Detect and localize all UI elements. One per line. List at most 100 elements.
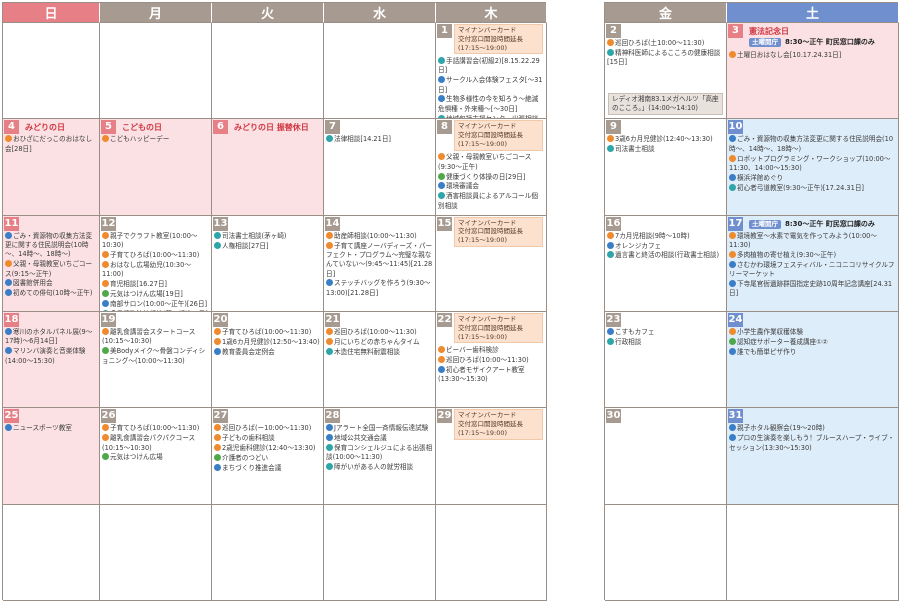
event-item[interactable]: 元気はつけん広場 — [102, 453, 209, 462]
day-cell[interactable]: 7 法律相談[14.21日] — [324, 119, 436, 216]
event-item[interactable]: 木造住宅無料耐震相談 — [326, 347, 433, 357]
event-item[interactable]: 手話講習会(初級2)[8.15.22.29日] — [438, 57, 544, 76]
event-item[interactable]: 南部サロン(10:00～正午)[26日] — [102, 299, 209, 309]
event-item[interactable]: 初心者弓道教室(9:30～正午)[17.24.31日] — [729, 183, 896, 193]
event-item[interactable]: 離乳食講習会パクパクコース(10:15～10:30) — [102, 434, 209, 453]
event-item[interactable]: 1歳6カ月児健診(12:50～13:40) — [214, 337, 321, 347]
event-item[interactable]: 環境審議会 — [438, 182, 544, 191]
day-cell[interactable]: 14 助産師相談(10:00～11:30) 子育て講座ノーバディーズ・パーフェクト・… — [324, 215, 436, 312]
event-item[interactable]: Jアラート全国一斉情報伝達試験 — [326, 424, 433, 433]
event-item[interactable]: おひざにだっこのおはなし会[28日] — [5, 135, 97, 154]
event-item[interactable]: 初心者モザイクアート教室(13:30～15:30) — [438, 365, 544, 385]
day-cell[interactable]: 15 マイナンバーカード 交付窓口開設時間延長 (17:15～19:00) — [436, 215, 547, 312]
event-item[interactable]: 元気はつけん広場[19日] — [102, 289, 209, 299]
event-item[interactable]: 教育委員会定例会 — [214, 347, 321, 357]
event-item[interactable]: 環境教室～水素で電気を作ってみよう(10:00～11:30) — [729, 231, 896, 251]
event-item[interactable]: 離乳食講習会スタートコース(10:15～10:30) — [102, 327, 209, 347]
event-item[interactable]: 親子でクラフト教室(10:00～10:30) — [102, 231, 209, 251]
event-item[interactable]: 親子ホタル観察会(19～20時) — [729, 424, 896, 433]
event-item[interactable]: マリンバ演奏と音楽体験(14:00～15:30) — [5, 347, 97, 366]
event-item[interactable]: 子育て講座ノーバディーズ・パーフェクト・プログラム～完璧な親なんていない～(9:… — [326, 241, 433, 279]
day-cell[interactable]: 13 司法書士相談(茅ヶ崎) 人権相談[27日] — [212, 215, 324, 312]
event-item[interactable]: 司法書士相談 — [607, 145, 724, 154]
event-item[interactable]: ビーバー歯科検診 — [438, 345, 544, 355]
day-cell[interactable]: 20 子育てひろば(10:00～11:30) 1歳6カ月児健診(12:50～13:4… — [212, 311, 324, 409]
day-cell[interactable]: 21 巡回ひろば(10:00～11:30) 月にいちどの赤ちゃんタイム 木造住宅無料耐… — [324, 311, 436, 409]
event-item[interactable]: 人権相談[27日] — [214, 241, 321, 251]
day-cell[interactable]: 11 ごみ・資源物の収集方法変更に関する住民説明会(10時～、14時～、18時～)… — [3, 215, 100, 312]
event-item[interactable]: 健康づくり体操の日[29日] — [438, 172, 544, 182]
day-cell[interactable]: 12 親子でクラフト教室(10:00～10:30) 子育てひろば(10:00～11:… — [100, 215, 212, 312]
event-item[interactable]: ごみ・資源物の収集方法変更に関する住民説明会(10時～、14時～、18時～) — [5, 231, 97, 260]
event-item[interactable]: 下寺尾官衙遺跡群国指定史跡10周年記念講座[24.31日] — [729, 279, 896, 299]
event-item[interactable]: 助産師相談(10:00～11:30) — [326, 231, 433, 241]
event-item[interactable]: 3歳6カ月児健診(12:40～13:30) — [607, 135, 724, 144]
event-item[interactable]: オレンジカフェ — [607, 241, 724, 251]
event-item[interactable]: 子育てひろば(10:00～11:30) — [102, 424, 209, 433]
event-item[interactable]: 多肉植物の寄せ植え(9:30～正午) — [729, 250, 896, 260]
event-item[interactable]: ごみ・資源物の収集方法変更に関する住民説明会(10時～、14時～、18時～) — [729, 135, 896, 154]
day-cell[interactable]: 3 憲法記念日 土曜開庁 8:30～正午 町民窓口課のみ 土曜日おはなし会[10.17.… — [727, 23, 899, 120]
day-cell[interactable]: 28 Jアラート全国一斉情報伝達試験 地域公共交通会議 保育コンシェルジュによる出張相… — [324, 408, 436, 505]
day-cell[interactable]: 24 小学生農作業収穫体験 認知症サポーター養成講座①② 誰でも簡単ピザ作り — [727, 311, 899, 409]
event-item[interactable]: 父親・母親教室いちごコース(9:15～正午) — [5, 260, 97, 279]
day-cell[interactable]: 30 — [605, 408, 727, 505]
event-item[interactable]: さむかわ環境フェスティバル・ニコニコリサイクルフリーマーケット — [729, 260, 896, 280]
day-cell[interactable]: 19 離乳食講習会スタートコース(10:15～10:30) 美Bodyメイク～骨盤コ… — [100, 311, 212, 409]
event-item[interactable]: 子育てひろば(10:00～11:30) — [214, 327, 321, 337]
event-item[interactable]: 介護者のつどい — [214, 453, 321, 463]
event-item[interactable]: 酒害相談員によるアルコール個別相談 — [438, 192, 544, 211]
event-item[interactable]: こどもハッピーデー — [102, 135, 209, 144]
event-item[interactable]: こすもカフェ — [607, 327, 724, 337]
day-cell[interactable]: 16 7カ月児相談(9時～10時) オレンジカフェ 遺言書と終活の相談(行政書士相談) — [605, 215, 727, 312]
event-item[interactable]: 地域公共交通会議 — [326, 434, 433, 443]
day-cell[interactable]: 25 ニュースポーツ教室 — [3, 408, 100, 505]
event-item[interactable]: まちづくり推進会議 — [214, 463, 321, 473]
event-item[interactable]: 美Bodyメイク～骨盤コンディショニング～(10:00～11:30) — [102, 347, 209, 366]
day-cell[interactable]: 18 寒川のホタルパネル展(9～17時)～6月14日] マリンバ演奏と音楽体験(14… — [3, 311, 100, 409]
day-cell[interactable]: 31 親子ホタル観察会(19～20時) プロの生演奏を楽しもう！ブルースハープ・ライ… — [727, 408, 899, 505]
event-item[interactable]: 育児相談[16.27日] — [102, 279, 209, 289]
day-cell[interactable]: 27 巡回ひろば(ー10:00～11:30) 子どもの歯科相談 2歳児歯科健診(12:… — [212, 408, 324, 505]
event-item[interactable]: サークル入会体験フェスタ[～31日] — [438, 76, 544, 95]
event-item[interactable]: 寒川のホタルパネル展(9～17時)～6月14日] — [5, 327, 97, 347]
day-cell[interactable]: 29 マイナンバーカード 交付窓口開設時間延長 (17:15～19:00) — [436, 408, 547, 505]
event-item[interactable]: ステッチバッグを作ろう(9:30～13:00)[21.28日] — [326, 279, 433, 298]
day-cell[interactable]: 5 こどもの日 こどもハッピーデー — [100, 119, 212, 216]
event-item[interactable]: 月にいちどの赤ちゃんタイム — [326, 337, 433, 347]
event-item[interactable]: 土曜日おはなし会[10.17.24.31日] — [729, 51, 896, 60]
day-cell[interactable]: 8 マイナンバーカード 交付窓口開設時間延長 (17:15～19:00) 父親・母親教室… — [436, 119, 547, 216]
event-item[interactable]: 司法書士相談(茅ヶ崎) — [214, 231, 321, 241]
event-item[interactable]: 生物多様性の今を知ろう～絶滅危惧種・外来種～[～30日] — [438, 95, 544, 114]
day-cell[interactable]: 17 土曜開庁 8:30～正午 町民窓口課のみ 環境教室～水素で電気を作ってみよう(1… — [727, 215, 899, 312]
event-item[interactable]: ロボットプログラミング・ワークショップ(10:00～11:30、14:00～15… — [729, 154, 896, 174]
event-item[interactable]: 横浜洋館めぐり — [729, 173, 896, 183]
event-item[interactable]: 子育てひろば(10:00～11:30) — [102, 250, 209, 260]
event-item[interactable]: 父親・母親教室いちごコース(9:30～正午) — [438, 153, 544, 172]
event-item[interactable]: 誰でも簡単ピザ作り — [729, 347, 896, 357]
event-item[interactable]: おはなし広場幼児(10:30～11:00) — [102, 260, 209, 280]
event-item[interactable]: 法律相談[14.21日] — [326, 135, 433, 144]
event-item[interactable]: 初めての俳句(10時～正午) — [5, 289, 97, 298]
event-item[interactable]: 認知症サポーター養成講座①② — [729, 337, 896, 347]
event-item[interactable]: ニュースポーツ教室 — [5, 424, 97, 433]
event-item[interactable]: 7カ月児相談(9時～10時) — [607, 231, 724, 241]
event-item[interactable]: 子どもの歯科相談 — [214, 434, 321, 443]
event-item[interactable]: 巡回ひろば(10:00～11:30) — [438, 355, 544, 365]
day-cell[interactable]: 10 ごみ・資源物の収集方法変更に関する住民説明会(10時～、14時～、18時～)… — [727, 119, 899, 216]
day-cell[interactable]: 4 みどりの日 おひざにだっこのおはなし会[28日] — [3, 119, 100, 216]
event-item[interactable]: 図書館併用会 — [5, 279, 97, 288]
day-cell[interactable]: 2 巡回ひろば(土10:00～11:30) 精神科医師によるこころの健康相談[15日… — [605, 23, 727, 120]
event-item[interactable]: 精神科医師によるこころの健康相談[15日] — [607, 48, 724, 68]
event-item[interactable]: 保育コンシェルジュによる出張相談(10:00～11:30) — [326, 444, 433, 463]
day-cell[interactable]: 9 3歳6カ月児健診(12:40～13:30) 司法書士相談 — [605, 119, 727, 216]
day-cell[interactable]: 26 子育てひろば(10:00～11:30) 離乳食講習会パクパクコース(10:15… — [100, 408, 212, 505]
day-cell[interactable]: 23 こすもカフェ 行政相談 — [605, 311, 727, 409]
event-item[interactable]: 障がいがある人の就労相談 — [326, 463, 433, 472]
event-item[interactable]: 巡回ひろば(ー10:00～11:30) — [214, 424, 321, 433]
event-item[interactable]: 巡回ひろば(10:00～11:30) — [326, 327, 433, 337]
event-item[interactable]: 遺言書と終活の相談(行政書士相談) — [607, 251, 724, 260]
day-cell[interactable]: 1 マイナンバーカード 交付窓口開設時間延長 (17:15～19:00) 手話講習会(初… — [436, 23, 547, 120]
event-item[interactable]: 2歳児歯科健診(12:40～13:30) — [214, 444, 321, 453]
event-item[interactable]: 巡回ひろば(土10:00～11:30) — [607, 39, 724, 48]
